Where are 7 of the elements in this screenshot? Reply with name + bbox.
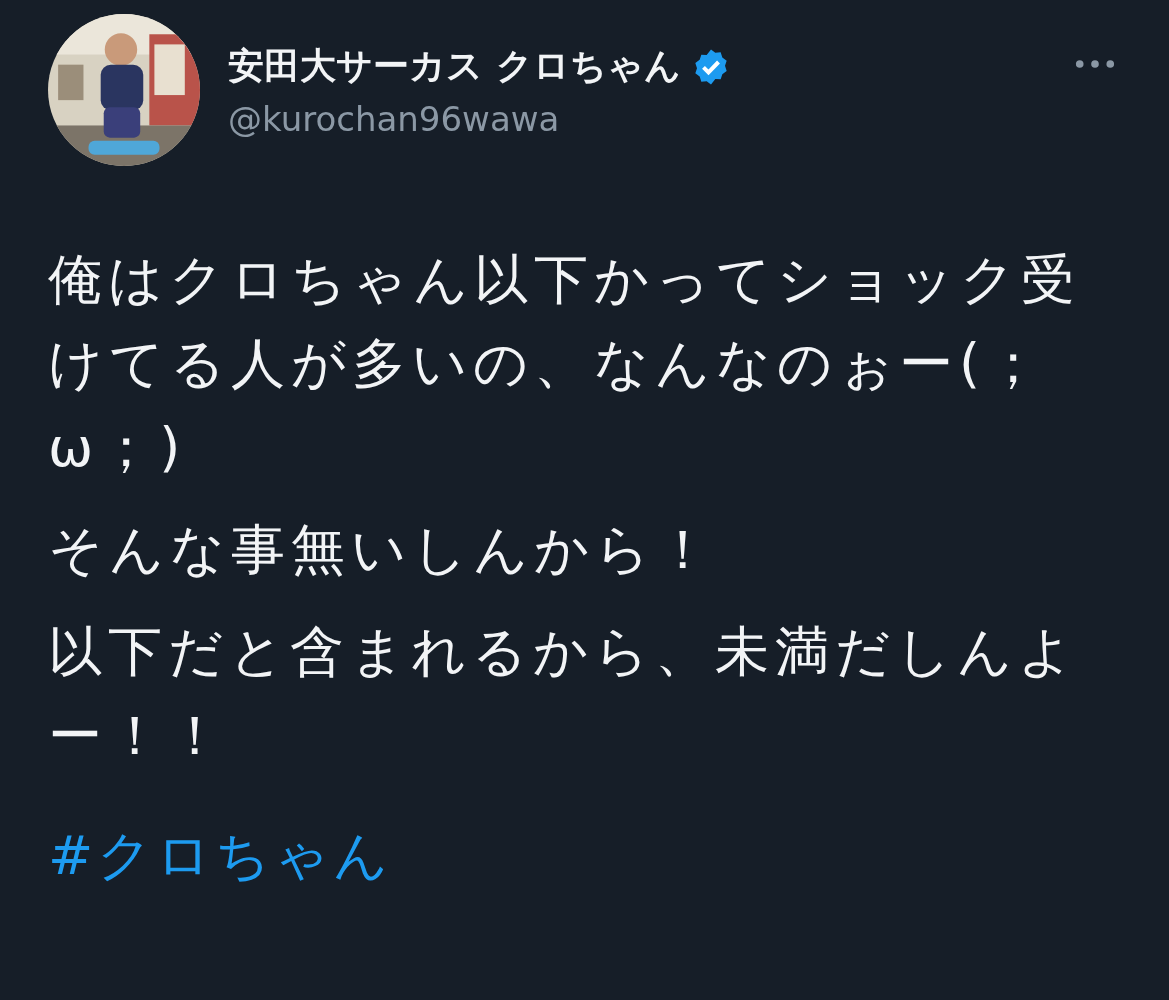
hashtag-link[interactable]: #クロちゃん	[48, 814, 1123, 898]
author-name[interactable]: 安田大サーカス クロちゃん	[228, 42, 681, 91]
more-icon[interactable]	[1074, 58, 1116, 70]
tweet-text: 俺はクロちゃん以下かってショック受けてる人が多いの、なんなのぉー(；ω；)	[48, 247, 1082, 481]
tweet-text: そんな事無いしんから！	[48, 517, 717, 583]
author-handle[interactable]: @kurochan96wawa	[228, 99, 731, 139]
tweet-text: 以下だと含まれるから、未満だしんよー！！	[48, 619, 1080, 769]
